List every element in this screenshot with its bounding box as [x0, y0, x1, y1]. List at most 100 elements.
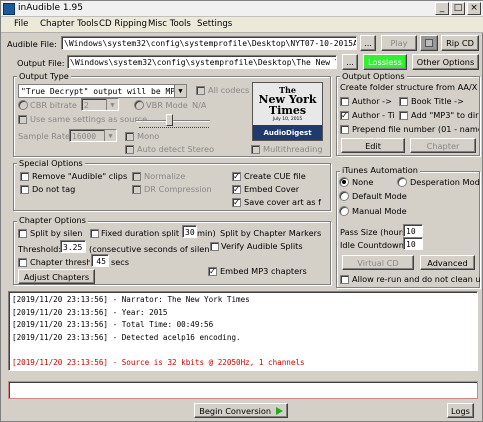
- menu-cd-ripping[interactable]: CD Ripping: [99, 19, 147, 29]
- manual-mode-radio[interactable]: [339, 206, 349, 216]
- audible-browse-button[interactable]: ...: [360, 35, 376, 51]
- window-title: inAudible 1.95: [18, 3, 83, 13]
- prepend-checkbox[interactable]: [340, 125, 349, 134]
- fixed-duration-input[interactable]: 30: [182, 225, 197, 238]
- sample-rate-dropdown[interactable]: 16000 ▼: [69, 129, 117, 142]
- cover-date: July 10, 2015: [272, 117, 303, 122]
- progress-bar: [8, 381, 478, 399]
- pass-size-label: Pass Size (hours: [340, 227, 403, 237]
- chevron-down-icon: ▼: [104, 130, 116, 141]
- author-title-label: Author - Ti: [352, 110, 395, 120]
- stop-icon[interactable]: [420, 35, 438, 51]
- menu-misc-tools[interactable]: Misc Tools: [148, 19, 191, 29]
- audible-file-input[interactable]: \Windows\system32\config\systemprofile\D…: [61, 36, 357, 50]
- embed-mp3-chapters-label: Embed MP3 chapters: [220, 266, 307, 276]
- adjust-chapters-button[interactable]: Adjust Chapters: [18, 269, 95, 284]
- chapter-thresh-checkbox[interactable]: [18, 258, 27, 267]
- vbr-radio[interactable]: [134, 100, 144, 110]
- save-cover-label: Save cover art as f: [244, 197, 322, 207]
- verify-splits-checkbox[interactable]: [210, 242, 219, 251]
- drc-label: DR Compression: [144, 184, 212, 194]
- book-title-checkbox[interactable]: [399, 97, 408, 106]
- sample-rate-value: 16000: [72, 132, 97, 141]
- auto-stereo-checkbox[interactable]: [125, 145, 134, 154]
- chapter-options-title: Chapter Options: [17, 215, 88, 225]
- embed-cover-checkbox[interactable]: ✓: [232, 185, 241, 194]
- split-silence-checkbox[interactable]: [18, 229, 27, 238]
- edit-button[interactable]: Edit: [341, 138, 405, 153]
- author-title-checkbox[interactable]: ✓: [340, 111, 349, 120]
- maximize-button[interactable]: □: [451, 2, 465, 15]
- menu-chapter-tools[interactable]: Chapter Tools: [40, 19, 98, 29]
- author-checkbox[interactable]: [340, 97, 349, 106]
- output-browse-button[interactable]: ...: [342, 54, 358, 70]
- do-not-tag-checkbox[interactable]: [20, 185, 29, 194]
- use-same-settings-checkbox[interactable]: [18, 115, 27, 124]
- embed-cover-label: Embed Cover: [244, 184, 300, 194]
- advanced-button[interactable]: Advanced: [420, 255, 475, 270]
- output-type-title: Output Type: [17, 71, 71, 81]
- remove-audible-checkbox[interactable]: [20, 172, 29, 181]
- idle-countdown-label: Idle Countdown: [340, 240, 404, 250]
- cover-title-3: Times: [268, 104, 307, 117]
- embed-mp3-chapters-checkbox[interactable]: ✓: [208, 267, 217, 276]
- special-options-title: Special Options: [17, 158, 85, 168]
- default-mode-radio[interactable]: [339, 191, 349, 201]
- format-dropdown[interactable]: "True Decrypt" output will be MP3 ▼: [18, 84, 187, 98]
- format-dropdown-value: "True Decrypt" output will be MP3: [21, 87, 180, 96]
- output-file-input[interactable]: \Windows\system32\config\systemprofile\D…: [67, 55, 337, 69]
- normalize-checkbox[interactable]: [132, 172, 141, 181]
- close-button[interactable]: ×: [467, 2, 481, 15]
- itunes-title: iTunes Automation: [340, 165, 421, 175]
- threshold-input[interactable]: 3.25: [60, 240, 86, 253]
- other-options-button[interactable]: Other Options: [412, 54, 479, 70]
- multithreading-checkbox[interactable]: [251, 145, 260, 154]
- mono-checkbox[interactable]: [125, 132, 134, 141]
- pass-size-input[interactable]: 10: [403, 224, 423, 237]
- menu-file[interactable]: File: [14, 19, 28, 29]
- cbr-radio[interactable]: [18, 100, 28, 110]
- log-panel[interactable]: [2019/11/20 23:13:56] - Narrator: The Ne…: [8, 291, 478, 371]
- default-mode-label: Default Mode: [352, 191, 407, 201]
- lossless-button[interactable]: Lossless: [363, 54, 407, 70]
- create-cue-checkbox[interactable]: ✓: [232, 172, 241, 181]
- add-mp3-checkbox[interactable]: [399, 111, 408, 120]
- verify-splits-label: Verify Audible Splits: [221, 241, 303, 251]
- app-icon: [3, 3, 15, 15]
- virtual-cd-button[interactable]: Virtual CD: [342, 255, 414, 270]
- menu-settings[interactable]: Settings: [197, 19, 232, 29]
- drc-checkbox[interactable]: [132, 185, 141, 194]
- begin-conversion-button[interactable]: Begin Conversion: [194, 403, 288, 418]
- cbr-value: 2: [84, 101, 89, 110]
- vbr-slider-track[interactable]: [136, 120, 210, 122]
- allow-rerun-checkbox[interactable]: [340, 275, 349, 284]
- sample-rate-label: Sample Rate: [18, 131, 71, 141]
- vbr-slider-handle[interactable]: [166, 114, 173, 126]
- cbr-dropdown[interactable]: 2 ▼: [81, 98, 119, 111]
- rip-cd-button[interactable]: Rip CD: [441, 35, 479, 51]
- chapter-button[interactable]: Chapter: [410, 138, 476, 153]
- chapter-thresh-unit: secs: [111, 257, 130, 267]
- mono-label: Mono: [137, 131, 160, 141]
- all-codecs-checkbox[interactable]: [196, 86, 205, 95]
- cover-art-image: The New York Times July 10, 2015 AudioDi…: [252, 82, 323, 141]
- save-cover-checkbox[interactable]: ✓: [232, 198, 241, 207]
- chapter-thresh-input[interactable]: 45: [91, 254, 109, 267]
- split-markers-label: Split by Chapter Markers: [220, 228, 322, 238]
- fixed-duration-label: Fixed duration split: [101, 228, 180, 238]
- fixed-duration-checkbox[interactable]: [90, 229, 99, 238]
- fixed-duration-unit: min): [197, 228, 216, 238]
- log-line: [2019/11/20 23:13:56] - Detected acelp16…: [12, 332, 241, 342]
- vbr-label: VBR Mode: [146, 100, 188, 110]
- play-arrow-icon: [275, 407, 283, 415]
- desperation-radio[interactable]: [397, 177, 407, 187]
- audible-file-label: Audible File:: [7, 39, 57, 49]
- remove-audible-label: Remove "Audible" clips: [32, 171, 128, 181]
- itunes-none-radio[interactable]: [339, 177, 349, 187]
- play-button[interactable]: Play: [381, 35, 417, 51]
- idle-countdown-input[interactable]: 10: [403, 237, 423, 250]
- chapter-thresh-label: Chapter thresh: [30, 257, 90, 267]
- minimize-button[interactable]: _: [435, 2, 449, 15]
- logs-button[interactable]: Logs: [447, 403, 474, 418]
